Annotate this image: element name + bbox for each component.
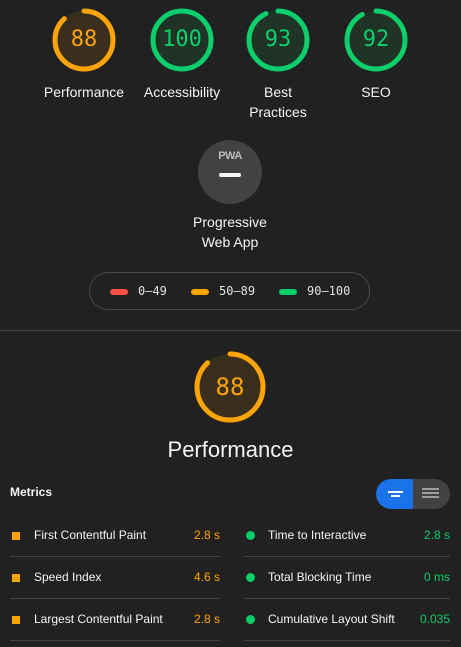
score-legend: 0–49 50–89 90–100: [89, 272, 370, 310]
gauge-label-line: Performance: [43, 84, 125, 100]
gauge-best-practices[interactable]: 93: [245, 7, 311, 73]
average-square-icon: [12, 532, 20, 540]
gauge-score: 92: [362, 27, 390, 52]
compact-list-icon: [388, 491, 403, 497]
gauge-label-performance: Performance: [29, 82, 139, 102]
pwa-label-line: Web App: [201, 234, 259, 250]
metric-row: First Contentful Paint 2.8 s: [10, 515, 220, 557]
metric-label: First Contentful Paint: [34, 528, 147, 542]
metrics-view-toggle[interactable]: [376, 479, 450, 509]
gauge-score: 100: [162, 27, 202, 52]
gauge-score: 93: [264, 27, 292, 52]
pwa-label: Progressive Web App: [175, 212, 285, 252]
average-square-icon: [12, 574, 20, 582]
metric-row: Speed Index 4.6 s: [10, 557, 220, 599]
legend-fail-swatch: [110, 289, 128, 295]
metric-label: Largest Contentful Paint: [34, 612, 163, 626]
gauge-label-line: Accessibility: [143, 84, 221, 100]
legend-pass-swatch: [279, 289, 297, 295]
pass-circle-icon: [246, 531, 255, 540]
gauge-label-line: Best: [263, 84, 292, 100]
metric-row: Cumulative Layout Shift 0.035: [244, 599, 450, 641]
metric-label: Speed Index: [34, 570, 102, 584]
pwa-dash-icon: [219, 173, 241, 177]
gauge-label-best-practices: Best Practices: [223, 82, 333, 122]
expanded-view-button[interactable]: [413, 479, 450, 509]
average-square-icon: [12, 616, 20, 624]
gauge-label-accessibility: Accessibility: [127, 82, 237, 102]
metric-value: 0.035: [419, 612, 450, 626]
gauge-seo[interactable]: 92: [343, 7, 409, 73]
pass-circle-icon: [246, 573, 255, 582]
pwa-icon: PWA: [218, 150, 242, 162]
metric-label: Total Blocking Time: [268, 570, 372, 584]
section-divider: [0, 330, 461, 331]
gauge-label-line: Practices: [249, 104, 307, 120]
legend-average-swatch: [191, 289, 209, 295]
metric-label: Cumulative Layout Shift: [268, 612, 395, 626]
pwa-label-line: Progressive: [193, 214, 267, 230]
legend-average-range: 50–89: [219, 284, 256, 298]
gauge-accessibility[interactable]: 100: [149, 7, 215, 73]
gauge-performance[interactable]: 88: [51, 7, 117, 73]
legend-pass-range: 90–100: [307, 284, 351, 298]
metric-row: Total Blocking Time 0 ms: [244, 557, 450, 599]
performance-score: 88: [215, 373, 245, 401]
metric-value: 2.8 s: [193, 612, 220, 626]
compact-view-button[interactable]: [376, 479, 413, 509]
gauge-score: 88: [70, 27, 98, 52]
metric-row: Time to Interactive 2.8 s: [244, 515, 450, 557]
gauge-label-line: SEO: [361, 84, 391, 100]
metric-row: Largest Contentful Paint 2.8 s: [10, 599, 220, 641]
legend-fail-range: 0–49: [138, 284, 167, 298]
gauge-label-seo: SEO: [321, 82, 431, 102]
pass-circle-icon: [246, 615, 255, 624]
performance-title: Performance: [167, 437, 294, 462]
metric-label: Time to Interactive: [268, 528, 367, 542]
metric-value: 4.6 s: [193, 570, 220, 584]
performance-gauge: 88: [193, 350, 267, 424]
metric-value: 2.8 s: [193, 528, 220, 542]
metric-value: 0 ms: [423, 570, 450, 584]
metrics-heading: Metrics: [10, 485, 53, 499]
metric-value: 2.8 s: [423, 528, 450, 542]
pwa-badge[interactable]: PWA: [198, 140, 262, 204]
